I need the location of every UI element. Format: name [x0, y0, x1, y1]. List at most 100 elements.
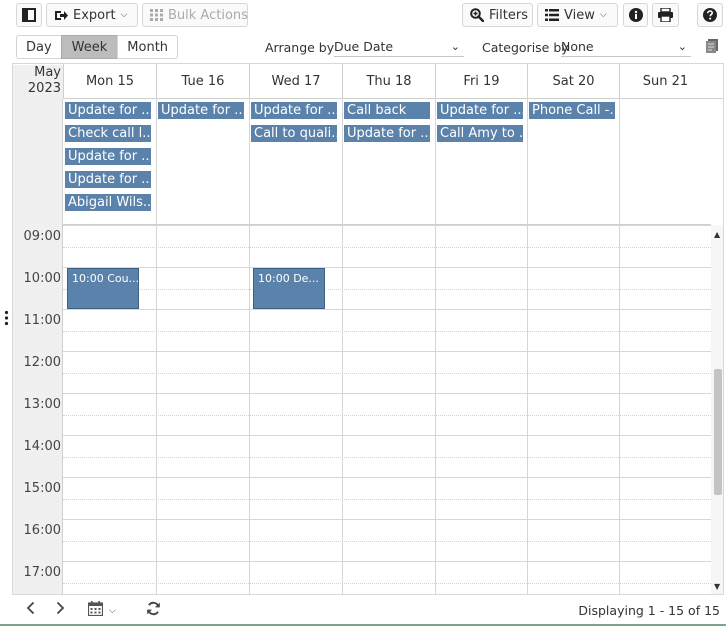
- filters-label: Filters: [489, 7, 528, 23]
- hour-label: 11:00: [23, 313, 61, 328]
- scroll-down-icon[interactable]: ▼: [714, 582, 720, 591]
- chevron-down-icon: ⌄: [450, 39, 460, 53]
- chevron-down-icon: ⌵: [120, 10, 128, 20]
- column-divider: [249, 99, 250, 225]
- week-calendar: May 2023 Mon 15 Tue 16 Wed 17 Thu 18 Fri…: [12, 63, 724, 595]
- vertical-scrollbar[interactable]: ▲ ▼: [711, 225, 723, 594]
- hour-label: 14:00: [23, 439, 61, 454]
- all-day-event[interactable]: Update for ...: [65, 102, 151, 119]
- bulk-actions-button[interactable]: Bulk Actions: [142, 3, 248, 27]
- day-header-sat[interactable]: Sat 20: [527, 64, 619, 99]
- hour-row[interactable]: [63, 561, 711, 594]
- refresh-button[interactable]: [146, 601, 161, 620]
- print-button[interactable]: [652, 3, 679, 27]
- column-divider: [619, 99, 620, 225]
- column-divider: [435, 99, 436, 225]
- sidebar-toggle-button[interactable]: [16, 3, 42, 27]
- hour-label: 16:00: [23, 523, 61, 538]
- export-label: Export: [73, 7, 116, 23]
- arrange-by-label: Arrange by: [265, 40, 335, 55]
- day-header-sun[interactable]: Sun 21: [619, 64, 711, 99]
- all-day-event[interactable]: Call to quali...: [251, 125, 337, 142]
- day-header-fri[interactable]: Fri 19: [435, 64, 527, 99]
- hour-label: 09:00: [23, 229, 61, 244]
- record-count-status: Displaying 1 - 15 of 15: [578, 603, 720, 618]
- month-label: May: [34, 65, 61, 80]
- day-header-thu[interactable]: Thu 18: [342, 64, 435, 99]
- month-year-label: May 2023: [13, 65, 63, 99]
- day-header-tue[interactable]: Tue 16: [156, 64, 249, 99]
- hour-row[interactable]: [63, 225, 711, 267]
- timed-event[interactable]: 10:00 De...: [253, 268, 325, 309]
- hour-label: 10:00: [23, 271, 61, 286]
- drag-handle-icon[interactable]: [4, 310, 9, 326]
- scroll-up-icon[interactable]: ▲: [714, 230, 720, 239]
- day-header-wed[interactable]: Wed 17: [249, 64, 342, 99]
- help-button[interactable]: [697, 3, 723, 27]
- filters-button[interactable]: Filters: [462, 3, 533, 27]
- view-mode-group: Day Week Month: [16, 35, 179, 59]
- notes-button[interactable]: [704, 38, 722, 56]
- date-picker-button[interactable]: ⌵: [87, 601, 116, 620]
- previous-week-button[interactable]: [26, 601, 35, 619]
- all-day-event[interactable]: Call Amy to ...: [437, 125, 523, 142]
- hour-row[interactable]: [63, 309, 711, 351]
- year-label: 2023: [27, 81, 61, 96]
- timed-event[interactable]: 10:00 Cou...: [67, 268, 139, 309]
- all-day-event[interactable]: Update for ...: [437, 102, 523, 119]
- hour-label: 15:00: [23, 481, 61, 496]
- hour-row[interactable]: [63, 519, 711, 561]
- all-day-event[interactable]: Check call l...: [65, 125, 151, 142]
- search-plus-icon: [470, 8, 484, 22]
- help-icon: [703, 8, 717, 22]
- hour-label: 17:00: [23, 565, 61, 580]
- column-divider: [527, 99, 528, 225]
- day-view-button[interactable]: Day: [16, 35, 62, 59]
- calendar-footer: ⌵ Displaying 1 - 15 of 15: [12, 595, 724, 626]
- next-week-button[interactable]: [56, 601, 65, 619]
- categorise-by-select[interactable]: None ⌄: [561, 36, 691, 57]
- all-day-event[interactable]: Update for ...: [344, 125, 430, 142]
- info-icon: [629, 8, 643, 22]
- view-button[interactable]: View ⌵: [537, 3, 618, 27]
- view-label: View: [564, 7, 595, 23]
- calendar-icon: [87, 601, 104, 620]
- export-button[interactable]: Export ⌵: [46, 3, 138, 27]
- hour-label: 12:00: [23, 355, 61, 370]
- all-day-event[interactable]: Update for ...: [158, 102, 244, 119]
- week-view-button[interactable]: Week: [60, 35, 119, 59]
- hour-row[interactable]: [63, 267, 711, 309]
- bulk-actions-label: Bulk Actions: [168, 7, 248, 23]
- hour-row[interactable]: [63, 477, 711, 519]
- print-icon: [658, 8, 673, 22]
- hour-row[interactable]: [63, 351, 711, 393]
- scrollbar-thumb[interactable]: [714, 369, 722, 495]
- calendar-header: May 2023 Mon 15 Tue 16 Wed 17 Thu 18 Fri…: [13, 64, 723, 99]
- all-day-event[interactable]: Update for ...: [65, 148, 151, 165]
- grid-icon: [150, 9, 163, 21]
- chevron-right-icon: [56, 601, 65, 619]
- refresh-icon: [146, 601, 161, 620]
- all-day-event[interactable]: Update for ...: [65, 171, 151, 188]
- hour-label: 13:00: [23, 397, 61, 412]
- arrange-by-value: Due Date: [334, 38, 394, 54]
- chevron-down-icon: ⌵: [109, 605, 116, 616]
- arrange-by-select[interactable]: Due Date ⌄: [334, 36, 464, 57]
- column-divider: [342, 99, 343, 225]
- day-header-mon[interactable]: Mon 15: [63, 64, 156, 99]
- all-day-event[interactable]: Call back: [344, 102, 430, 119]
- month-view-button[interactable]: Month: [117, 35, 179, 59]
- export-icon: [54, 9, 68, 22]
- hour-row[interactable]: [63, 435, 711, 477]
- all-day-area: Update for ... Check call l... Update fo…: [63, 99, 711, 225]
- all-day-event[interactable]: Phone Call -...: [529, 102, 615, 119]
- all-day-event[interactable]: Abigail Wils...: [65, 194, 151, 211]
- categorise-by-label: Categorise by: [482, 40, 569, 55]
- all-day-event[interactable]: Update for ...: [251, 102, 337, 119]
- chevron-left-icon: [26, 601, 35, 619]
- categorise-by-value: None: [561, 38, 594, 54]
- notes-icon: [704, 38, 722, 54]
- info-button[interactable]: [623, 3, 648, 27]
- column-divider: [156, 99, 157, 225]
- hour-row[interactable]: [63, 393, 711, 435]
